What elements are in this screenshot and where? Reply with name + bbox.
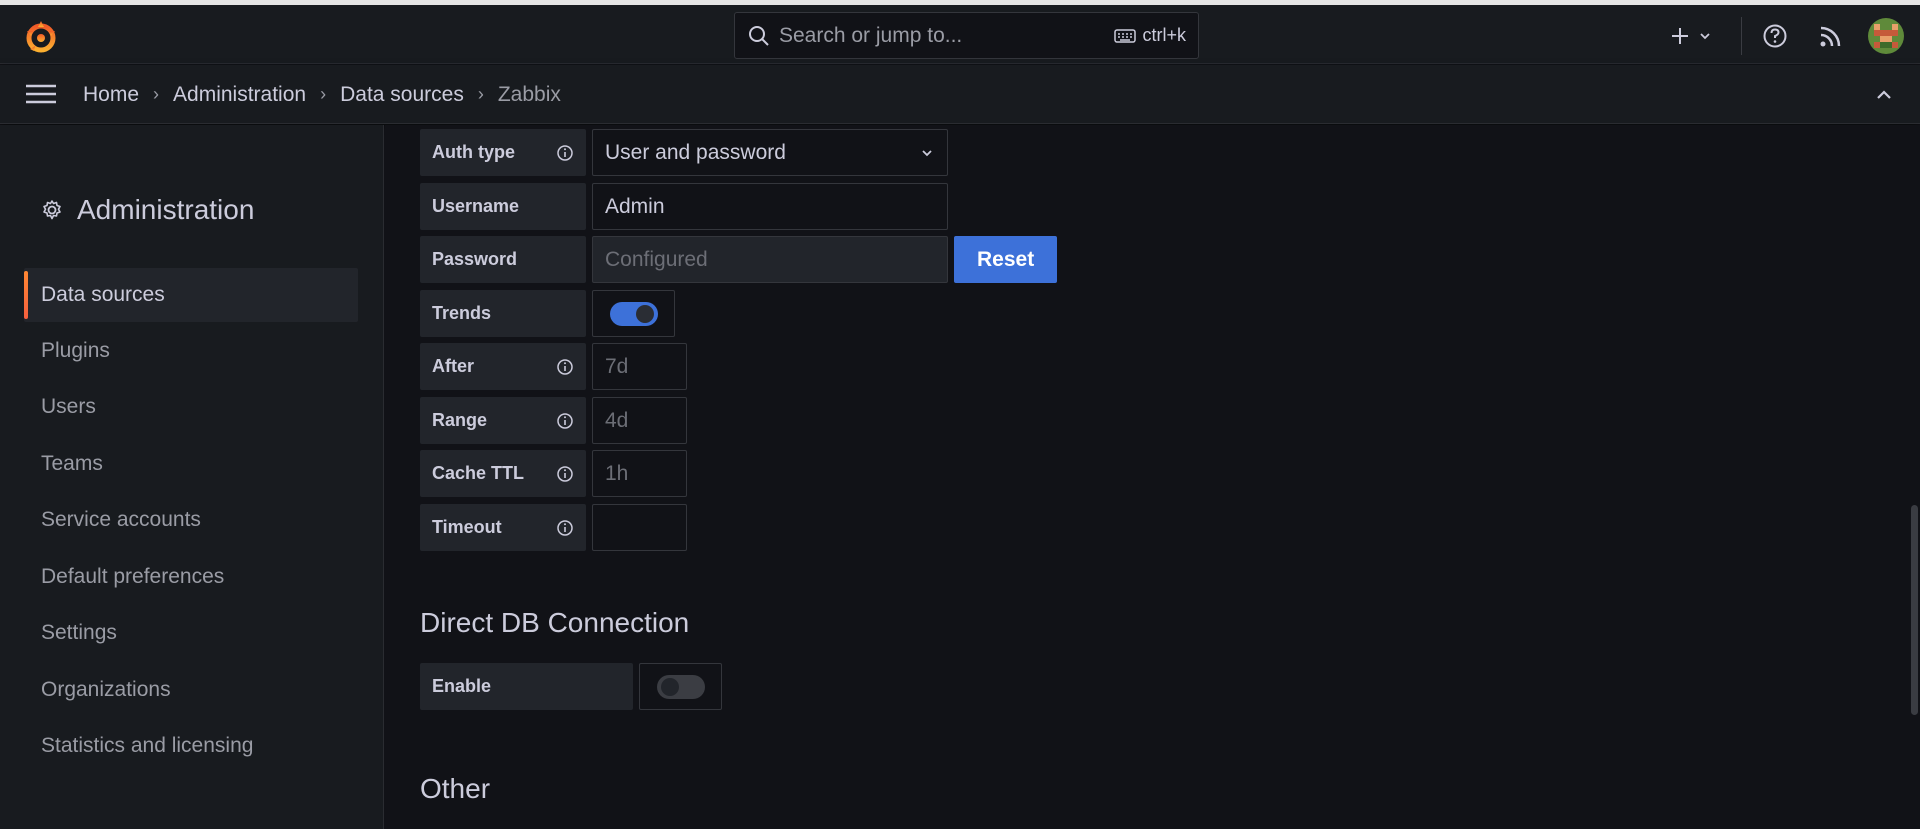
- info-icon[interactable]: [556, 144, 574, 162]
- sidebar-item-settings[interactable]: Settings: [24, 606, 358, 660]
- keyboard-icon: [1114, 28, 1137, 43]
- auth-type-row: Auth type User and password: [420, 129, 948, 176]
- range-label: Range: [420, 397, 586, 444]
- chevron-right-icon: ›: [320, 84, 327, 104]
- cache-ttl-row: Cache TTL 1h: [420, 450, 687, 497]
- timeout-row: Timeout: [420, 504, 687, 551]
- info-icon[interactable]: [556, 358, 574, 376]
- news-feed-icon[interactable]: [1818, 23, 1844, 54]
- after-input[interactable]: 7d: [592, 343, 687, 390]
- cache-ttl-label-text: Cache TTL: [432, 463, 525, 483]
- search-bar[interactable]: Search or jump to... ctrl+k: [734, 12, 1199, 59]
- breadcrumb-bar: Home › Administration › Data sources › Z…: [0, 65, 1920, 124]
- auth-type-value: User and password: [605, 140, 786, 164]
- trends-label-text: Trends: [432, 303, 492, 323]
- password-input: Configured: [592, 236, 948, 283]
- sidebar-title: Administration: [41, 194, 254, 226]
- gear-icon: [43, 200, 61, 220]
- sidebar-item-users[interactable]: Users: [24, 380, 358, 434]
- timeout-label-text: Timeout: [432, 517, 502, 537]
- toolbar-divider: [1741, 17, 1742, 55]
- new-button[interactable]: [1668, 21, 1712, 51]
- search-icon: [749, 25, 769, 46]
- username-label-text: Username: [432, 196, 520, 216]
- main-content: Auth type User and password Username Adm…: [385, 125, 1920, 829]
- chevron-down-icon: [1700, 33, 1710, 40]
- sidebar-item-default-preferences[interactable]: Default preferences: [24, 550, 358, 604]
- trends-toggle[interactable]: [609, 301, 658, 326]
- cache-ttl-label: Cache TTL: [420, 450, 586, 497]
- admin-sidebar: Administration Data sources Plugins User…: [0, 125, 384, 829]
- breadcrumb: Home › Administration › Data sources › Z…: [83, 65, 561, 124]
- search-placeholder: Search or jump to...: [779, 23, 963, 47]
- after-row: After 7d: [420, 343, 687, 390]
- username-row: Username Admin: [420, 183, 948, 230]
- sidebar-item-data-sources[interactable]: Data sources: [24, 268, 358, 322]
- plus-icon: [1672, 28, 1688, 44]
- chevron-up-icon[interactable]: [1874, 85, 1894, 110]
- password-row: Password Configured Reset: [420, 236, 1058, 283]
- timeout-input[interactable]: [592, 504, 687, 551]
- username-input[interactable]: Admin: [592, 183, 948, 230]
- breadcrumb-administration[interactable]: Administration: [173, 83, 306, 107]
- sidebar-item-service-accounts[interactable]: Service accounts: [24, 493, 358, 547]
- info-icon[interactable]: [556, 412, 574, 430]
- range-row: Range 4d: [420, 397, 687, 444]
- chevron-right-icon: ›: [153, 84, 160, 104]
- sidebar-title-text: Administration: [77, 194, 255, 225]
- chevron-right-icon: ›: [477, 84, 484, 104]
- auth-type-select[interactable]: User and password: [592, 129, 948, 176]
- other-section-title: Other: [420, 773, 491, 804]
- reset-password-button[interactable]: Reset: [954, 236, 1058, 283]
- direct-db-enable-row: Enable: [420, 663, 722, 710]
- direct-db-enable-label: Enable: [420, 663, 633, 710]
- trends-toggle-container: [592, 290, 675, 337]
- sidebar-item-teams[interactable]: Teams: [24, 437, 358, 491]
- keyboard-shortcut: ctrl+k: [1114, 25, 1186, 46]
- auth-type-label-text: Auth type: [432, 142, 515, 162]
- password-label: Password: [420, 236, 586, 283]
- timeout-label: Timeout: [420, 504, 586, 551]
- direct-db-toggle-container: [639, 663, 722, 710]
- breadcrumb-home[interactable]: Home: [83, 83, 139, 107]
- info-icon[interactable]: [556, 519, 574, 537]
- direct-db-enable-toggle[interactable]: [656, 674, 705, 699]
- range-label-text: Range: [432, 410, 488, 430]
- trends-row: Trends: [420, 290, 675, 337]
- top-navbar: Search or jump to... ctrl+k: [0, 5, 1920, 64]
- sidebar-item-organizations[interactable]: Organizations: [24, 663, 358, 717]
- after-label-text: After: [432, 356, 475, 376]
- username-label: Username: [420, 183, 586, 230]
- hamburger-menu-icon[interactable]: [26, 83, 56, 110]
- info-icon[interactable]: [556, 465, 574, 483]
- breadcrumb-data-sources[interactable]: Data sources: [340, 83, 464, 107]
- chevron-down-icon: [922, 149, 932, 156]
- trends-label: Trends: [420, 290, 586, 337]
- cache-ttl-input[interactable]: 1h: [592, 450, 687, 497]
- sidebar-item-statistics-and-licensing[interactable]: Statistics and licensing: [24, 719, 358, 773]
- direct-db-enable-label-text: Enable: [432, 676, 492, 696]
- range-input[interactable]: 4d: [592, 397, 687, 444]
- after-label: After: [420, 343, 586, 390]
- breadcrumb-current: Zabbix: [497, 82, 561, 106]
- page-scrollbar[interactable]: [1911, 505, 1918, 715]
- shortcut-label: ctrl+k: [1142, 25, 1186, 45]
- grafana-logo-icon[interactable]: [22, 17, 60, 55]
- auth-type-label: Auth type: [420, 129, 586, 176]
- sidebar-item-plugins[interactable]: Plugins: [24, 324, 358, 378]
- help-icon[interactable]: [1762, 23, 1788, 54]
- password-label-text: Password: [432, 249, 518, 269]
- direct-db-section-title: Direct DB Connection: [420, 607, 690, 638]
- user-avatar[interactable]: [1868, 18, 1904, 54]
